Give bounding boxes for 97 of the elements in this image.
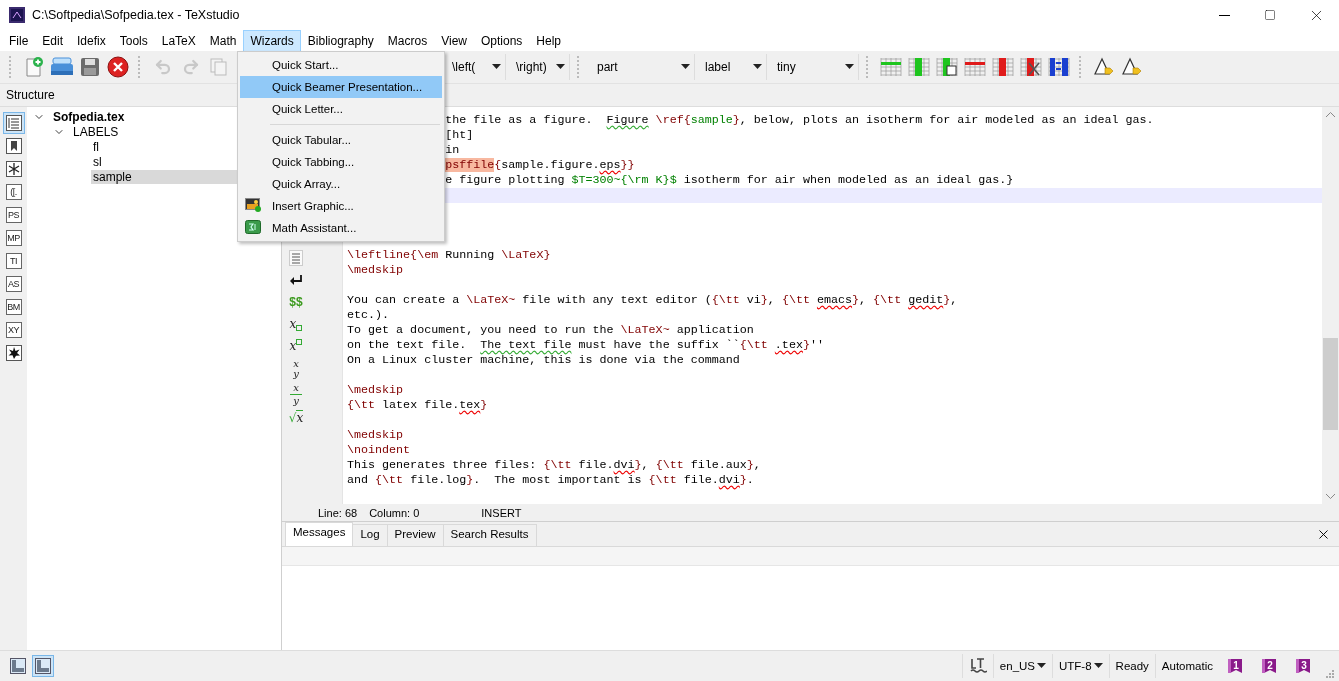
scroll-up-icon[interactable] (1326, 112, 1335, 118)
code-line: On a Linux cluster machine, this is done via the command (346, 353, 741, 368)
menu-item[interactable]: Bibliography (300, 29, 381, 52)
warning-triangle-icon (1093, 56, 1115, 78)
code-line: This generates three files: {\tt file.dvi}, {\tt file.aux}, (346, 458, 762, 473)
code-line: \noindent (346, 443, 412, 458)
scroll-down-icon[interactable] (1326, 493, 1335, 499)
menu-item[interactable]: Options (474, 29, 530, 52)
table-icon (879, 55, 903, 79)
dropdown-caret-icon (753, 64, 762, 70)
table-icon (935, 55, 959, 79)
code-line: \medskip (346, 383, 405, 398)
outline-icon (5, 115, 22, 131)
redo-icon (182, 58, 200, 76)
menu-item[interactable]: Wizards (243, 29, 301, 52)
menu-item[interactable]: Insert Graphic... (240, 195, 442, 217)
layout-toggle[interactable] (32, 655, 54, 677)
code-line: To get a document, you need to run the \LaTeX~ application (346, 323, 755, 338)
dropdown-caret-icon (1037, 663, 1046, 669)
encoding-dropdown[interactable]: UTF-8 (1052, 654, 1109, 678)
table-icon (991, 55, 1015, 79)
code-line: \medskip (346, 263, 405, 278)
warning-triangle-icon (1121, 56, 1143, 78)
tree-item[interactable]: sl (91, 154, 104, 169)
editor-status-text: Column: 0 (369, 506, 420, 519)
dropdown-caret-icon (681, 64, 690, 70)
code-line: in (444, 143, 461, 158)
menu-item[interactable]: Math Assistant... (240, 217, 442, 239)
format-dropdown[interactable]: part (589, 54, 695, 80)
bookmark-button[interactable]: 1 (1227, 658, 1245, 674)
format-dropdown[interactable]: tiny (769, 54, 859, 80)
scroll-thumb[interactable] (1323, 338, 1338, 430)
menu-item[interactable]: Quick Letter... (240, 98, 442, 120)
bookmark-button[interactable]: 3 (1295, 658, 1313, 674)
menu-item[interactable]: File (2, 29, 36, 52)
code-line: \leftline{\em Running \LaTeX} (346, 248, 552, 263)
tree-item[interactable]: LABELS (71, 124, 121, 139)
bookmark-button[interactable]: 2 (1261, 658, 1279, 674)
dropdown-caret-icon (492, 64, 501, 70)
layout-toggle[interactable] (7, 655, 29, 677)
code-line: e figure plotting $T=300~{\rm K}$ isotherm for air when modeled as an ideal gas.} (444, 173, 1015, 188)
resize-grip-icon[interactable] (1325, 669, 1335, 679)
menu-item[interactable]: Edit (35, 29, 71, 52)
table-icon (1047, 55, 1071, 79)
dropdown-caret-icon (1093, 663, 1103, 669)
calculator-icon (245, 220, 261, 234)
menu-item[interactable]: Quick Beamer Presentation... (240, 76, 442, 98)
panel-tab[interactable]: Search Results (442, 524, 537, 546)
menu-item[interactable]: Tools (112, 29, 155, 52)
code-line: the file as a figure. Figure \ref{sample}, below, plots an isotherm for air modeled as an ideal gas. (444, 113, 1155, 128)
code-line: etc.). (346, 308, 391, 323)
code-line: and {\tt file.log}. The most important is {\tt file.dvi}. (346, 473, 755, 488)
printer-icon (50, 56, 74, 78)
menu-item[interactable]: Idefix (70, 29, 113, 52)
menu-item[interactable]: Quick Tabular... (240, 129, 442, 151)
bookmark-icon (5, 138, 22, 154)
table-icon (963, 55, 987, 79)
menu-item[interactable]: View (434, 29, 474, 52)
code-line: \medskip (346, 428, 405, 443)
structure-tool-button[interactable] (2, 112, 25, 134)
fraction-symbol[interactable]: x y (285, 357, 307, 381)
format-dropdown[interactable]: \right) (508, 54, 570, 80)
dropdown-caret-icon (845, 64, 854, 70)
splat-icon (5, 345, 22, 361)
minimize-icon (1218, 14, 1230, 16)
new-file-icon (23, 56, 45, 78)
menu-item[interactable]: Macros (380, 29, 435, 52)
picture-icon (245, 198, 261, 212)
undo-icon (154, 58, 172, 76)
dropdown-caret-icon (556, 64, 565, 70)
status-text: Ready (1115, 660, 1149, 672)
app-icon (9, 7, 25, 23)
menu-item[interactable]: LaTeX (154, 29, 203, 52)
window-title: C:\Softpedia\Sofpedia.tex - TeXstudio (32, 8, 241, 22)
code-line: on the text file. The text file must have the suffix ``{\tt .tex}'' (346, 338, 825, 353)
format-dropdown[interactable]: label (697, 54, 767, 80)
mode-text: Automatic (1161, 660, 1213, 672)
scrollbar[interactable] (1322, 107, 1339, 504)
tree-item[interactable]: fl (91, 139, 101, 154)
editor-status-text: INSERT (481, 506, 522, 519)
close-file-button[interactable] (105, 54, 131, 80)
table-icon (907, 55, 931, 79)
panel-tab[interactable]: Messages (285, 522, 354, 546)
menu-item[interactable]: Quick Start... (240, 54, 442, 76)
maximize-icon (1264, 9, 1276, 21)
menu-item[interactable]: Help (529, 29, 569, 52)
tree-item[interactable]: Sofpedia.tex (51, 109, 127, 124)
grammar-check-icon[interactable] (968, 657, 987, 675)
table-icon (1019, 55, 1043, 79)
code-line: You can create a \LaTeX~ file with any text editor ({\tt vi}, {\tt emacs}, {\tt gedit}, (346, 293, 959, 308)
close-icon (107, 56, 129, 78)
language-dropdown[interactable]: en_US (992, 654, 1052, 678)
menu-item[interactable]: Math (202, 29, 244, 52)
copy-icon (208, 56, 230, 78)
asterisk-icon (5, 161, 22, 177)
editor-status-text: Line: 68 (318, 506, 358, 519)
code-line: {\tt latex file.tex} (346, 398, 489, 413)
